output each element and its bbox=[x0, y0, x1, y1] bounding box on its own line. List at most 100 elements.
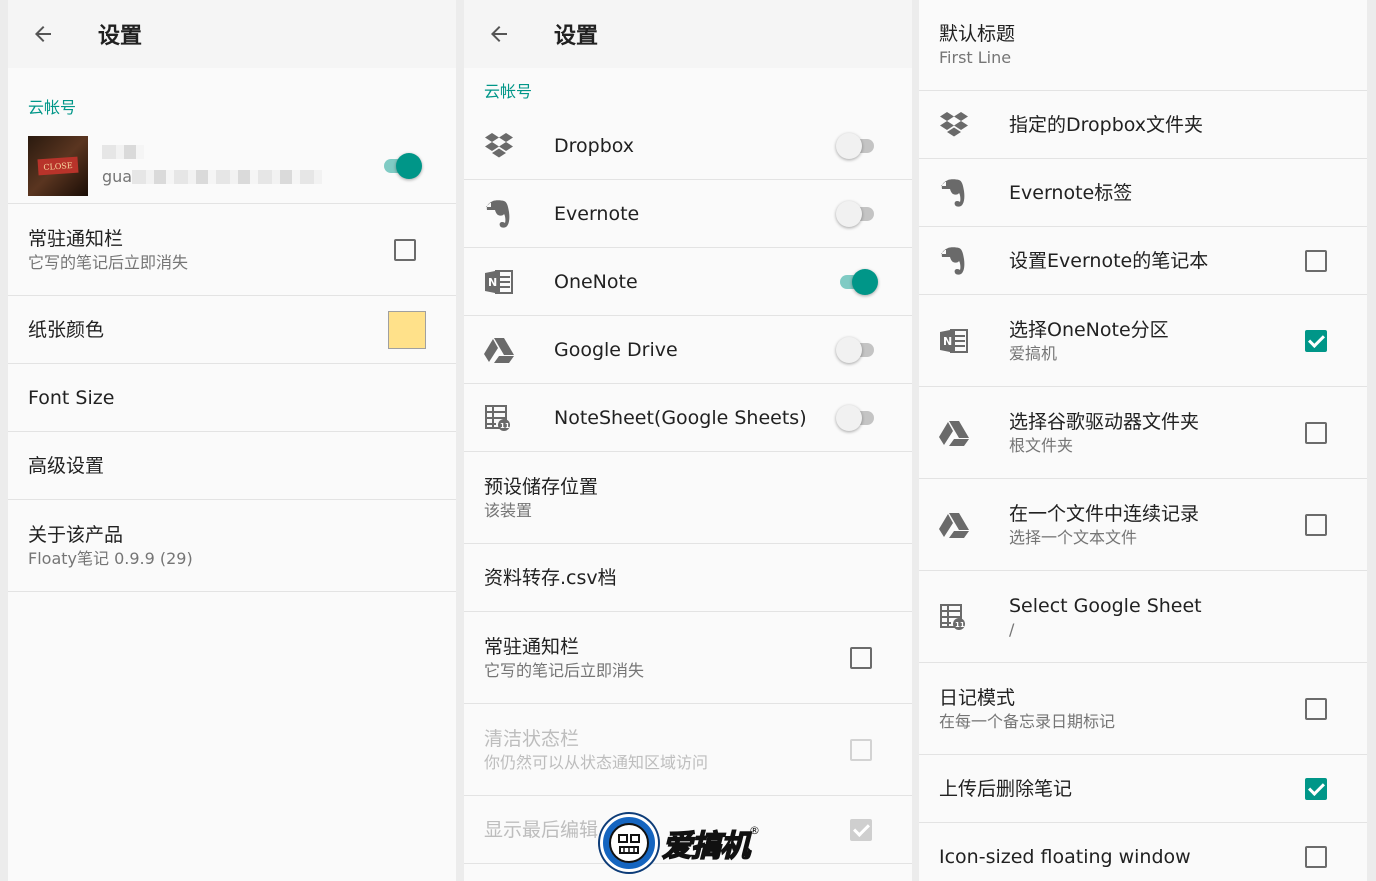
dropbox-icon bbox=[939, 111, 969, 139]
export-csv-row[interactable]: 资料转存.csv档 bbox=[464, 544, 912, 612]
evernote-toggle[interactable] bbox=[836, 201, 878, 227]
svg-text:11: 11 bbox=[500, 422, 510, 430]
setting-title: 指定的Dropbox文件夹 bbox=[1009, 112, 1347, 138]
google-drive-toggle[interactable] bbox=[836, 337, 878, 363]
google-sheets-icon: 11 bbox=[484, 404, 512, 432]
settings-panel-main: 设置 云帐号 CLOSE gua 常驻通知栏 它写的笔记后立即消失 纸张颜色 F… bbox=[8, 0, 456, 881]
svg-text:11: 11 bbox=[955, 621, 965, 629]
settings-panel-cloud-options: 默认标题 First Line 指定的Dropbox文件夹 Evernote标签… bbox=[919, 0, 1367, 881]
service-row-evernote[interactable]: Evernote bbox=[464, 180, 912, 248]
watermark-text: 爱搞机 bbox=[662, 821, 749, 865]
app-bar: 设置 bbox=[8, 0, 456, 68]
service-row-onenote[interactable]: N OneNote bbox=[464, 248, 912, 316]
service-row-google-sheets[interactable]: 11 NoteSheet(Google Sheets) bbox=[464, 384, 912, 452]
onenote-icon: N bbox=[484, 268, 514, 296]
watermark-logo: 爱搞机 ® bbox=[600, 812, 780, 874]
setting-title: 设置Evernote的笔记本 bbox=[1009, 248, 1305, 274]
advanced-settings-row[interactable]: 高级设置 bbox=[8, 432, 456, 500]
icon-sized-window-row[interactable]: Icon-sized floating window bbox=[919, 823, 1367, 881]
onenote-section-row[interactable]: N 选择OneNote分区 爱搞机 bbox=[919, 295, 1367, 387]
service-label: Dropbox bbox=[554, 133, 836, 159]
paper-color-row[interactable]: 纸张颜色 bbox=[8, 296, 456, 364]
setting-subtitle: 爱搞机 bbox=[1009, 343, 1305, 365]
about-row[interactable]: 关于该产品 Floaty笔记 0.9.9 (29) bbox=[8, 500, 456, 592]
delete-after-upload-checkbox[interactable] bbox=[1305, 778, 1327, 800]
google-drive-icon bbox=[939, 420, 969, 446]
default-title-row[interactable]: 默认标题 First Line bbox=[919, 0, 1367, 91]
setting-title: 选择谷歌驱动器文件夹 bbox=[1009, 409, 1305, 435]
setting-title: 日记模式 bbox=[939, 685, 1305, 711]
back-arrow-icon bbox=[31, 22, 55, 46]
diary-mode-checkbox[interactable] bbox=[1305, 698, 1327, 720]
evernote-notebook-checkbox[interactable] bbox=[1305, 250, 1327, 272]
persistent-notification-checkbox[interactable] bbox=[394, 239, 416, 261]
evernote-notebook-row[interactable]: 设置Evernote的笔记本 bbox=[919, 227, 1367, 295]
google-sheet-row[interactable]: 11 Select Google Sheet / bbox=[919, 571, 1367, 663]
clean-statusbar-row[interactable]: 清洁状态栏 你仍然可以从状态通知区域访问 bbox=[464, 704, 912, 796]
setting-title: 默认标题 bbox=[939, 21, 1347, 47]
service-label: Evernote bbox=[554, 201, 836, 227]
google-drive-folder-row[interactable]: 选择谷歌驱动器文件夹 根文件夹 bbox=[919, 387, 1367, 479]
evernote-tag-row[interactable]: Evernote标签 bbox=[919, 159, 1367, 227]
setting-title: Icon-sized floating window bbox=[939, 844, 1305, 870]
clean-statusbar-checkbox[interactable] bbox=[850, 739, 872, 761]
persistent-notification-row[interactable]: 常驻通知栏 它写的笔记后立即消失 bbox=[464, 612, 912, 704]
onenote-toggle[interactable] bbox=[836, 269, 878, 295]
setting-title: 常驻通知栏 bbox=[28, 226, 394, 252]
dropbox-icon bbox=[484, 132, 514, 160]
settings-panel-cloud: 设置 云帐号 Dropbox Evernote N OneNote Google… bbox=[464, 0, 912, 881]
onenote-icon: N bbox=[939, 327, 969, 355]
icon-sized-window-checkbox[interactable] bbox=[1305, 846, 1327, 868]
setting-title: 清洁状态栏 bbox=[484, 726, 850, 752]
service-row-google-drive[interactable]: Google Drive bbox=[464, 316, 912, 384]
page-title: 设置 bbox=[98, 18, 142, 50]
setting-subtitle: 它写的笔记后立即消失 bbox=[28, 252, 394, 274]
evernote-icon bbox=[939, 246, 967, 276]
paper-color-swatch[interactable] bbox=[388, 311, 426, 349]
google-sheets-icon: 11 bbox=[939, 603, 967, 631]
back-button[interactable] bbox=[464, 0, 534, 68]
setting-subtitle: 在每一个备忘录日期标记 bbox=[939, 711, 1305, 733]
account-name-blurred bbox=[102, 142, 380, 164]
show-last-edit-checkbox[interactable] bbox=[850, 819, 872, 841]
service-label: OneNote bbox=[554, 269, 836, 295]
continuous-log-row[interactable]: 在一个文件中连续记录 选择一个文本文件 bbox=[919, 479, 1367, 571]
setting-title: 高级设置 bbox=[28, 453, 436, 479]
continuous-log-checkbox[interactable] bbox=[1305, 514, 1327, 536]
watermark-mascot-icon bbox=[600, 814, 658, 872]
back-arrow-icon bbox=[487, 22, 511, 46]
google-drive-folder-checkbox[interactable] bbox=[1305, 422, 1327, 444]
google-sheets-toggle[interactable] bbox=[836, 405, 878, 431]
avatar-sign: CLOSE bbox=[37, 156, 78, 175]
setting-subtitle: 你仍然可以从状态通知区域访问 bbox=[484, 752, 850, 774]
setting-subtitle: 根文件夹 bbox=[1009, 435, 1305, 457]
setting-subtitle: First Line bbox=[939, 47, 1347, 69]
service-label: NoteSheet(Google Sheets) bbox=[554, 405, 836, 431]
setting-subtitle: 它写的笔记后立即消失 bbox=[484, 660, 850, 682]
diary-mode-row[interactable]: 日记模式 在每一个备忘录日期标记 bbox=[919, 663, 1367, 755]
avatar: CLOSE bbox=[28, 136, 88, 196]
default-storage-row[interactable]: 预设储存位置 该装置 bbox=[464, 452, 912, 544]
setting-subtitle: 选择一个文本文件 bbox=[1009, 527, 1305, 549]
setting-title: 关于该产品 bbox=[28, 522, 436, 548]
delete-after-upload-row[interactable]: 上传后删除笔记 bbox=[919, 755, 1367, 823]
onenote-section-checkbox[interactable] bbox=[1305, 330, 1327, 352]
persistent-notification-checkbox[interactable] bbox=[850, 647, 872, 669]
persistent-notification-row[interactable]: 常驻通知栏 它写的笔记后立即消失 bbox=[8, 204, 456, 296]
setting-title: 预设储存位置 bbox=[484, 474, 892, 500]
version-text: Floaty笔记 0.9.9 (29) bbox=[28, 548, 436, 570]
back-button[interactable] bbox=[8, 0, 78, 68]
cloud-account-toggle[interactable] bbox=[380, 153, 422, 179]
service-row-dropbox[interactable]: Dropbox bbox=[464, 112, 912, 180]
font-size-row[interactable]: Font Size bbox=[8, 364, 456, 432]
account-email: gua bbox=[102, 164, 132, 190]
svg-text:N: N bbox=[943, 335, 952, 348]
setting-title: 纸张颜色 bbox=[28, 317, 388, 343]
setting-title: 在一个文件中连续记录 bbox=[1009, 501, 1305, 527]
google-drive-icon bbox=[484, 337, 514, 363]
evernote-icon bbox=[484, 199, 512, 229]
dropbox-folder-row[interactable]: 指定的Dropbox文件夹 bbox=[919, 91, 1367, 159]
setting-title: 上传后删除笔记 bbox=[939, 776, 1305, 802]
cloud-account-row[interactable]: CLOSE gua bbox=[8, 128, 456, 204]
dropbox-toggle[interactable] bbox=[836, 133, 878, 159]
